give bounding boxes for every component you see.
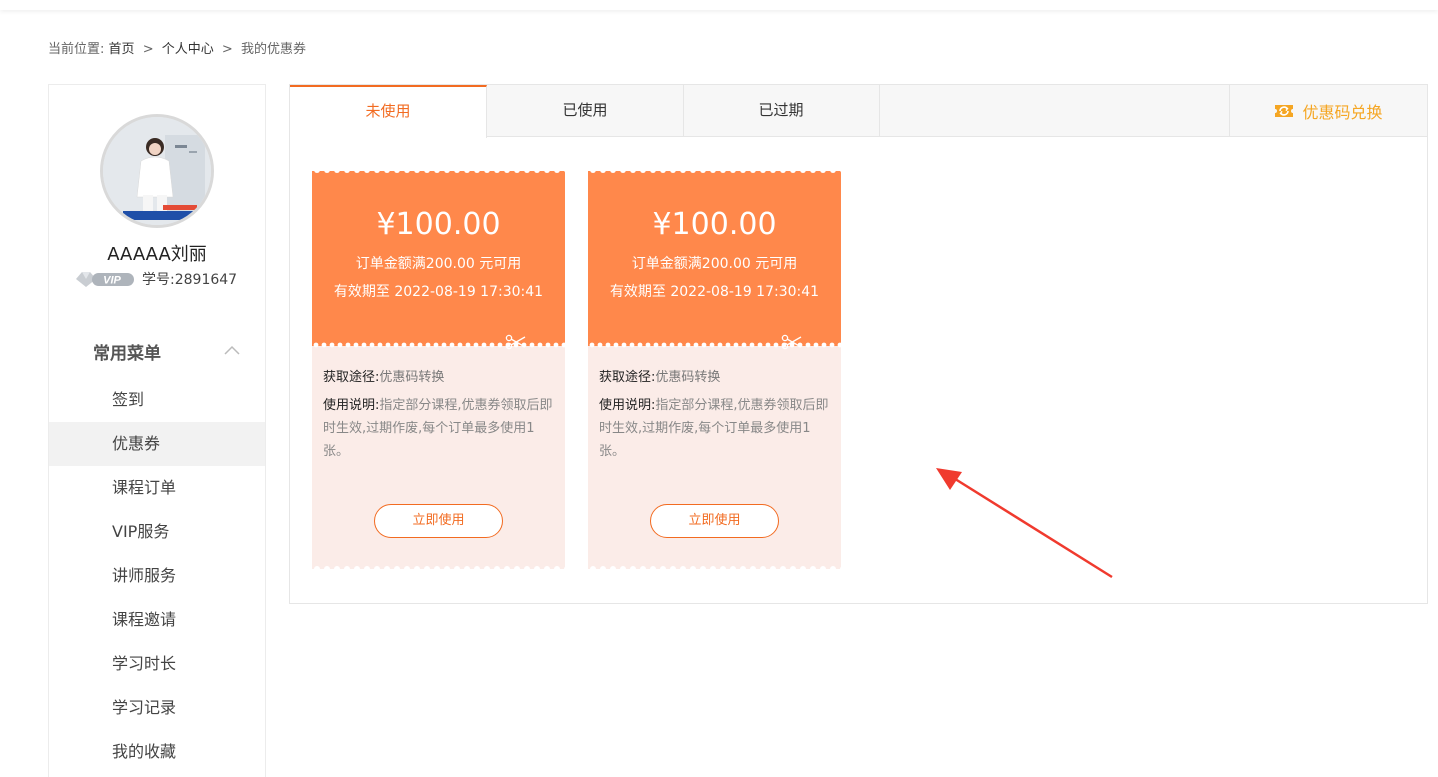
coupon-source-value: 优惠码转换 (379, 370, 445, 385)
breadcrumb-center-link[interactable]: 个人中心 (162, 42, 214, 57)
scissors-icon (781, 334, 802, 350)
coupon-top-edge (588, 170, 841, 176)
coupon-desc-label: 使用说明: (323, 398, 380, 413)
coupon-expiry: 有效期至 2022-08-19 17:30:41 (609, 284, 820, 300)
coupon-panel: 未使用 已使用 已过期 优惠码兑换 ¥100.00 订单金额满200.00 元可… (289, 84, 1428, 604)
annotation-arrow-icon (936, 468, 1113, 579)
vip-badge-text: VIP (103, 275, 121, 287)
coupon-code-exchange-button[interactable]: 优惠码兑换 (1229, 85, 1427, 137)
breadcrumb-separator: > (221, 42, 233, 57)
menu-item-favorites[interactable]: 我的收藏 (49, 730, 265, 774)
coupon-top: ¥100.00 订单金额满200.00 元可用 有效期至 2022-08-19 … (312, 171, 565, 346)
coupon-bottom: 获取途径:优惠码转换 使用说明:指定部分课程,优惠券领取后即时生效,过期作废,每… (588, 346, 841, 569)
menu-item-vip-service[interactable]: VIP服务 (49, 510, 265, 554)
coupon-bottom: 获取途径:优惠码转换 使用说明:指定部分课程,优惠券领取后即时生效,过期作废,每… (312, 346, 565, 569)
top-header-bar (0, 0, 1438, 10)
menu-item-study-records[interactable]: 学习记录 (49, 686, 265, 730)
coupon-tabs: 未使用 已使用 已过期 优惠码兑换 (290, 85, 1427, 138)
menu-header[interactable]: 常用菜单 (49, 339, 265, 364)
menu-item-course-invite[interactable]: 课程邀请 (49, 598, 265, 642)
scissors-icon (505, 334, 526, 350)
coupon-price: ¥100.00 (652, 207, 777, 242)
breadcrumb-home-link[interactable]: 首页 (109, 42, 135, 57)
coupon-divider (588, 341, 841, 349)
menu-title: 常用菜单 (93, 344, 161, 364)
coupon-top-edge (312, 170, 565, 176)
exchange-label: 优惠码兑换 (1302, 103, 1383, 122)
coupon-top: ¥100.00 订单金额满200.00 元可用 有效期至 2022-08-19 … (588, 171, 841, 346)
avatar-photo (103, 117, 211, 225)
coupon-desc-label: 使用说明: (599, 398, 656, 413)
menu-item-course-orders[interactable]: 课程订单 (49, 466, 265, 510)
breadcrumb-current: 我的优惠券 (240, 42, 306, 57)
coupon-source: 获取途径:优惠码转换 (599, 366, 720, 385)
menu-item-coupons[interactable]: 优惠券 (49, 422, 265, 466)
coupon-source-value: 优惠码转换 (655, 370, 721, 385)
vip-badge-icon: VIP (76, 272, 134, 287)
breadcrumb-label: 当前位置: (48, 42, 105, 57)
vip-row: VIP 学号:2891647 (74, 269, 237, 289)
menu-item-lecturer-service[interactable]: 讲师服务 (49, 554, 265, 598)
coupon-condition: 订单金额满200.00 元可用 (355, 256, 522, 272)
coupon-divider (312, 341, 565, 349)
coupon-expiry: 有效期至 2022-08-19 17:30:41 (333, 284, 544, 300)
breadcrumb-separator: > (142, 42, 154, 57)
coupon-source: 获取途径:优惠码转换 (323, 366, 444, 385)
tab-expired[interactable]: 已过期 (683, 85, 880, 137)
ticket-icon (1275, 105, 1294, 117)
coupon-source-label: 获取途径: (323, 370, 380, 385)
coupon-card: ¥100.00 订单金额满200.00 元可用 有效期至 2022-08-19 … (588, 170, 841, 569)
coupon-bottom-edge (312, 561, 565, 569)
menu-item-sign-in[interactable]: 签到 (49, 378, 265, 422)
tab-used[interactable]: 已使用 (487, 85, 684, 137)
menu-item-study-time[interactable]: 学习时长 (49, 642, 265, 686)
coupon-description: 使用说明:指定部分课程,优惠券领取后即时生效,过期作废,每个订单最多使用1张。 (599, 394, 831, 463)
coupon-bottom-edge (588, 561, 841, 569)
coupon-price: ¥100.00 (376, 207, 501, 242)
coupon-source-label: 获取途径: (599, 370, 656, 385)
avatar[interactable] (100, 114, 214, 228)
tab-unused[interactable]: 未使用 (290, 85, 487, 138)
username: AAAAA刘丽 (107, 244, 207, 265)
menu-list: 签到 优惠券 课程订单 VIP服务 讲师服务 课程邀请 学习时长 学习记录 我的… (49, 378, 265, 774)
coupon-card: ¥100.00 订单金额满200.00 元可用 有效期至 2022-08-19 … (312, 170, 565, 569)
breadcrumb: 当前位置: 首页 > 个人中心 > 我的优惠券 (48, 38, 306, 57)
student-id: 学号:2891647 (142, 272, 238, 288)
sidebar: AAAAA刘丽 VIP 学号:2891647 常用菜单 签到 优惠券 课程订单 … (48, 84, 266, 777)
use-now-button[interactable]: 立即使用 (374, 504, 503, 538)
coupon-description: 使用说明:指定部分课程,优惠券领取后即时生效,过期作废,每个订单最多使用1张。 (323, 394, 555, 463)
coupon-condition: 订单金额满200.00 元可用 (631, 256, 798, 272)
use-now-button[interactable]: 立即使用 (650, 504, 779, 538)
chevron-up-icon[interactable] (224, 343, 240, 357)
